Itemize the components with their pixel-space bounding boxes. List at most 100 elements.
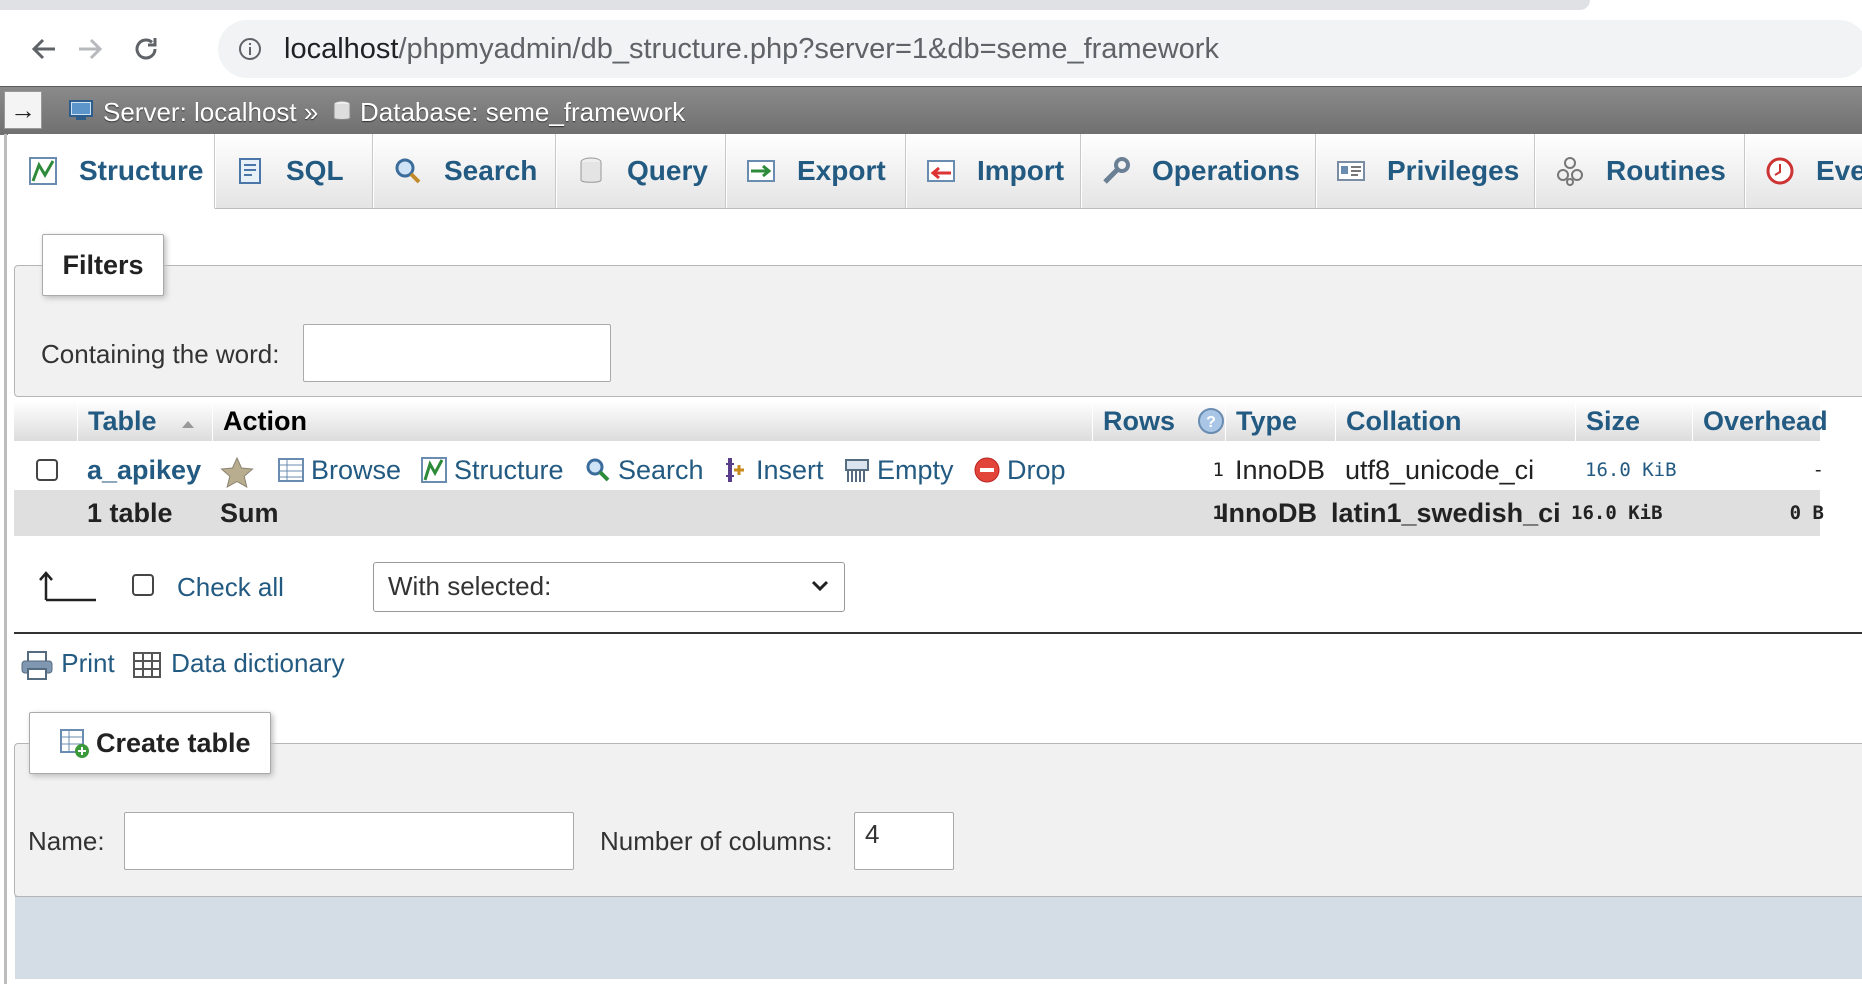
query-icon bbox=[580, 157, 602, 183]
number-of-columns-input[interactable]: 4 bbox=[854, 812, 954, 870]
drop-icon bbox=[974, 457, 1000, 483]
server-icon bbox=[69, 100, 93, 120]
column-header-collation[interactable]: Collation bbox=[1335, 401, 1575, 441]
browser-toolbar: localhost/phpmyadmin/db_structure.php?se… bbox=[0, 10, 1862, 86]
reload-icon bbox=[135, 38, 157, 60]
printer-icon bbox=[21, 651, 53, 681]
tab-query[interactable]: Query bbox=[556, 134, 726, 208]
action-structure[interactable]: Structure bbox=[420, 447, 564, 493]
navigation-collapse-button[interactable]: → bbox=[4, 91, 42, 129]
forward-button[interactable] bbox=[70, 29, 110, 69]
address-bar[interactable]: localhost/phpmyadmin/db_structure.php?se… bbox=[218, 20, 1862, 78]
create-table-legend: Create table bbox=[29, 712, 271, 774]
column-header-size[interactable]: Size bbox=[1575, 401, 1692, 441]
bulk-actions-row: Check all With selected: bbox=[14, 538, 1862, 630]
structure-icon bbox=[421, 456, 447, 483]
tab-structure[interactable]: Structure bbox=[8, 134, 215, 209]
column-header-type[interactable]: Type bbox=[1225, 401, 1335, 441]
action-search[interactable]: Search bbox=[584, 447, 704, 493]
row-overhead: - bbox=[1812, 459, 1824, 481]
breadcrumb-server[interactable]: Server: localhost » bbox=[103, 97, 318, 128]
column-header-overhead[interactable]: Overhead bbox=[1692, 401, 1834, 441]
wrench-icon bbox=[1103, 157, 1130, 184]
create-table-footer bbox=[15, 896, 1862, 979]
chevron-down-icon bbox=[811, 580, 829, 592]
row-select-checkbox[interactable] bbox=[36, 459, 58, 481]
summary-overhead: 0 B bbox=[1789, 502, 1824, 524]
summary-type: InnoDB bbox=[1221, 498, 1317, 528]
empty-icon bbox=[845, 458, 869, 482]
action-insert[interactable]: Insert bbox=[722, 447, 824, 493]
help-icon[interactable]: ? bbox=[1197, 407, 1225, 435]
column-header-action: Action bbox=[212, 401, 1092, 441]
column-header-rows[interactable]: Rows ? bbox=[1092, 401, 1225, 441]
tab-privileges[interactable]: Privileges bbox=[1316, 134, 1535, 208]
svg-text:?: ? bbox=[1206, 414, 1216, 431]
url-host: localhost bbox=[284, 33, 399, 65]
action-drop[interactable]: Drop bbox=[973, 447, 1066, 493]
check-all-checkbox[interactable] bbox=[132, 574, 154, 596]
data-dictionary-link[interactable]: Data dictionary bbox=[130, 648, 345, 679]
number-of-columns-label: Number of columns: bbox=[600, 826, 833, 856]
arrow-ltr-icon bbox=[39, 571, 96, 602]
tab-import[interactable]: Import bbox=[906, 134, 1081, 208]
check-all-label[interactable]: Check all bbox=[177, 572, 284, 603]
browser-tab-area[interactable] bbox=[0, 0, 1590, 10]
with-selected-dropdown[interactable]: With selected: bbox=[373, 562, 845, 612]
tab-sql[interactable]: SQL bbox=[215, 134, 373, 208]
table-summary-row: 1 table Sum 1 InnoDB latin1_swedish_ci 1… bbox=[14, 490, 1824, 536]
database-icon bbox=[333, 100, 351, 120]
table-add-icon bbox=[60, 729, 89, 758]
sql-icon bbox=[239, 158, 261, 184]
action-empty[interactable]: Empty bbox=[843, 447, 954, 493]
table-name-input[interactable] bbox=[124, 812, 574, 870]
tab-export[interactable]: Export bbox=[726, 134, 906, 208]
row-type: InnoDB bbox=[1235, 455, 1326, 485]
breadcrumb-database[interactable]: Database: seme_framework bbox=[360, 97, 685, 128]
insert-icon bbox=[726, 457, 744, 482]
row-collation: utf8_unicode_ci bbox=[1345, 455, 1535, 485]
table-name-label: Name: bbox=[28, 826, 105, 856]
data-dictionary-icon bbox=[132, 652, 161, 679]
left-border bbox=[4, 134, 7, 984]
filters-legend: Filters bbox=[42, 234, 164, 296]
tab-routines[interactable]: Routines bbox=[1535, 134, 1745, 208]
browse-icon bbox=[278, 457, 304, 482]
database-tabs: Structure SQL Search Query Export Import… bbox=[8, 134, 1862, 209]
back-button[interactable] bbox=[24, 29, 64, 69]
structure-icon bbox=[29, 157, 57, 185]
print-link[interactable]: Print bbox=[20, 648, 122, 681]
summary-table-count: 1 table bbox=[87, 498, 173, 528]
address-url[interactable]: localhost/phpmyadmin/db_structure.php?se… bbox=[284, 33, 1219, 66]
row-count: 1 bbox=[1212, 459, 1224, 481]
browser-tabstrip bbox=[0, 0, 1862, 10]
containing-word-input[interactable] bbox=[303, 324, 611, 382]
column-header-table[interactable]: Table bbox=[77, 401, 212, 441]
url-path: /phpmyadmin/db_structure.php?server=1&db… bbox=[398, 33, 1219, 65]
table-name-link[interactable]: a_apikey bbox=[87, 447, 201, 493]
arrow-right-icon: → bbox=[10, 94, 36, 125]
reload-button[interactable] bbox=[126, 29, 166, 69]
footer-links: Print Data dictionary bbox=[20, 648, 345, 688]
containing-word-label: Containing the word: bbox=[41, 339, 280, 369]
favorite-star-button[interactable] bbox=[220, 447, 254, 493]
action-browse[interactable]: Browse bbox=[277, 447, 401, 493]
tab-search[interactable]: Search bbox=[373, 134, 556, 208]
forward-arrow-icon bbox=[79, 38, 103, 60]
site-info-icon[interactable] bbox=[238, 37, 262, 61]
back-arrow-icon bbox=[31, 38, 55, 60]
filters-fieldset bbox=[14, 265, 1862, 397]
privileges-icon bbox=[1337, 161, 1365, 181]
tab-operations[interactable]: Operations bbox=[1081, 134, 1316, 208]
summary-rows: 1 bbox=[1212, 502, 1224, 524]
tab-events[interactable]: Eve bbox=[1745, 134, 1862, 208]
search-icon bbox=[395, 158, 421, 184]
row-size[interactable]: 16.0 KiB bbox=[1585, 447, 1677, 493]
events-icon bbox=[1766, 157, 1794, 185]
summary-label: Sum bbox=[220, 498, 279, 528]
table-header: Table Action Rows ? Type Collation Size … bbox=[14, 401, 1828, 441]
export-icon bbox=[747, 160, 775, 182]
sort-ascending-icon bbox=[182, 421, 195, 428]
table-row: a_apikey Browse Structure Search Insert … bbox=[14, 447, 1824, 493]
star-icon bbox=[220, 456, 254, 488]
